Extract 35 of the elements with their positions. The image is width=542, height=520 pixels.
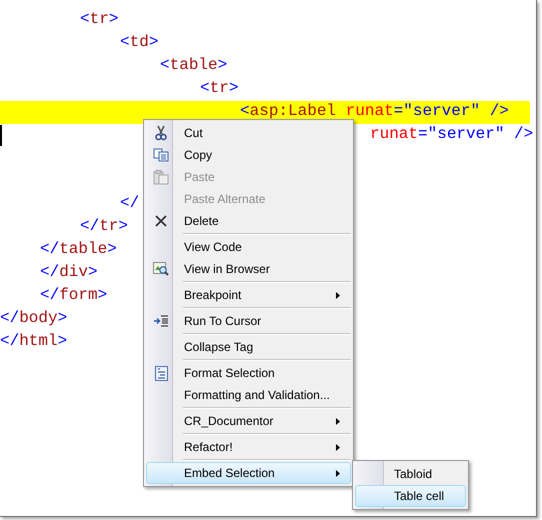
code-line: </form> bbox=[40, 285, 108, 305]
delete-icon bbox=[155, 215, 167, 227]
menu-item[interactable]: Table cell bbox=[355, 485, 466, 507]
menu-item[interactable]: Formatting and Validation... bbox=[146, 384, 351, 406]
code-line: </table> bbox=[40, 239, 117, 259]
code-line: <tr> bbox=[80, 9, 118, 29]
menu-item[interactable]: Embed Selection bbox=[146, 462, 351, 484]
browser-magnifier-icon bbox=[153, 261, 169, 277]
menu-item[interactable]: Refactor! bbox=[146, 436, 351, 458]
document-icon bbox=[154, 366, 168, 380]
code-line: </ bbox=[120, 193, 140, 213]
run-to-cursor-icon bbox=[153, 315, 169, 327]
code-line: </html> bbox=[0, 331, 68, 351]
menu-item[interactable]: Cut bbox=[146, 122, 351, 144]
code-line: </div> bbox=[40, 262, 98, 282]
menu-item[interactable]: Breakpoint bbox=[146, 284, 351, 306]
code-line: <td> bbox=[120, 32, 158, 52]
menu-item[interactable]: Delete bbox=[146, 210, 351, 232]
paste-icon bbox=[153, 170, 169, 184]
menu-item[interactable]: View Code bbox=[146, 236, 351, 258]
menu-item[interactable]: CR_Documentor bbox=[146, 410, 351, 432]
menu-item[interactable]: View in Browser bbox=[146, 258, 351, 280]
scissors-icon bbox=[154, 125, 168, 141]
menu-item[interactable]: Copy bbox=[146, 144, 351, 166]
code-line: </body> bbox=[0, 308, 68, 328]
menu-item[interactable]: Run To Cursor bbox=[146, 310, 351, 332]
menu-item[interactable]: Collapse Tag bbox=[146, 336, 351, 358]
code-line: <table> bbox=[160, 55, 228, 75]
code-line: </tr> bbox=[80, 216, 128, 236]
copy-icon bbox=[153, 148, 169, 162]
code-line: runat="server" /> bbox=[370, 124, 534, 144]
menu-item[interactable]: Format Selection bbox=[146, 362, 351, 384]
code-line: <tr> bbox=[200, 78, 238, 98]
menu-item[interactable]: Tabloid bbox=[355, 463, 466, 485]
code-line: <asp:Label runat="server" /> bbox=[240, 101, 509, 121]
